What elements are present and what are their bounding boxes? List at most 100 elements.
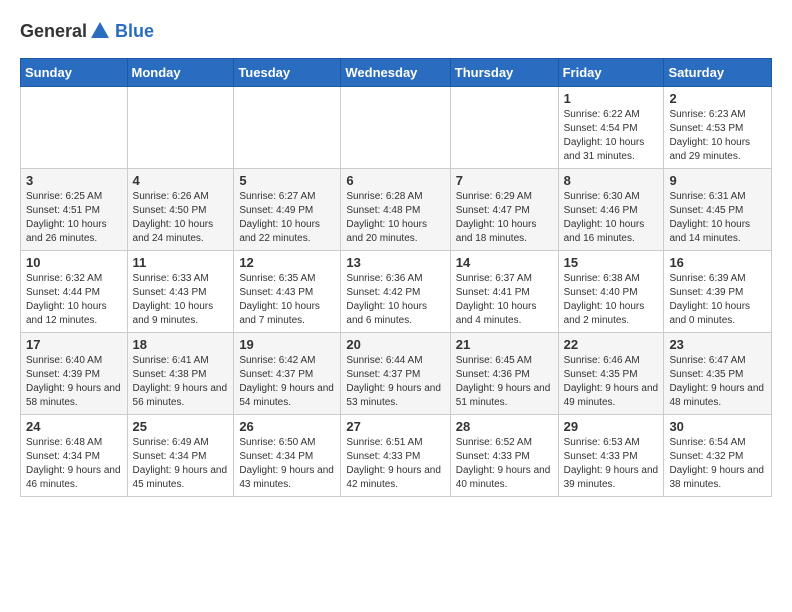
day-info: Sunrise: 6:52 AM Sunset: 4:33 PM Dayligh…: [456, 436, 553, 492]
calendar-cell: [341, 87, 450, 169]
day-number: 15: [564, 255, 659, 270]
calendar-cell: 10 Sunrise: 6:32 AM Sunset: 4:44 PM Dayli…: [21, 251, 128, 333]
day-number: 10: [26, 255, 122, 270]
calendar-cell: 8 Sunrise: 6:30 AM Sunset: 4:46 PM Daylig…: [558, 169, 664, 251]
day-info: Sunrise: 6:42 AM Sunset: 4:37 PM Dayligh…: [239, 354, 335, 410]
day-info: Sunrise: 6:40 AM Sunset: 4:39 PM Dayligh…: [26, 354, 122, 410]
calendar-cell: 16 Sunrise: 6:39 AM Sunset: 4:39 PM Dayli…: [664, 251, 772, 333]
day-info: Sunrise: 6:45 AM Sunset: 4:36 PM Dayligh…: [456, 354, 553, 410]
calendar-table: SundayMondayTuesdayWednesdayThursdayFrid…: [20, 58, 772, 497]
day-number: 1: [564, 91, 659, 106]
calendar-cell: 7Sunrise: 6:29 AM Sunset: 4:47 PM Daylig…: [450, 169, 558, 251]
logo-general-text: General: [20, 21, 87, 42]
calendar-cell: 5 Sunrise: 6:27 AM Sunset: 4:49 PM Daylig…: [234, 169, 341, 251]
calendar-week-row: 17Sunrise: 6:40 AM Sunset: 4:39 PM Dayli…: [21, 333, 772, 415]
day-number: 5: [239, 173, 335, 188]
day-info: Sunrise: 6:38 AM Sunset: 4:40 PM Dayligh…: [564, 272, 659, 328]
calendar-cell: [234, 87, 341, 169]
day-info: Sunrise: 6:35 AM Sunset: 4:43 PM Dayligh…: [239, 272, 335, 328]
day-info: Sunrise: 6:48 AM Sunset: 4:34 PM Dayligh…: [26, 436, 122, 492]
day-info: Sunrise: 6:41 AM Sunset: 4:38 PM Dayligh…: [133, 354, 229, 410]
day-info: Sunrise: 6:30 AM Sunset: 4:46 PM Dayligh…: [564, 190, 659, 246]
calendar-week-row: 1 Sunrise: 6:22 AM Sunset: 4:54 PM Daylig…: [21, 87, 772, 169]
day-number: 4: [133, 173, 229, 188]
calendar-cell: 3 Sunrise: 6:25 AM Sunset: 4:51 PM Daylig…: [21, 169, 128, 251]
calendar-header-saturday: Saturday: [664, 59, 772, 87]
calendar-cell: 17Sunrise: 6:40 AM Sunset: 4:39 PM Dayli…: [21, 333, 128, 415]
calendar-header-friday: Friday: [558, 59, 664, 87]
day-number: 20: [346, 337, 444, 352]
day-info: Sunrise: 6:51 AM Sunset: 4:33 PM Dayligh…: [346, 436, 444, 492]
calendar-header-row: SundayMondayTuesdayWednesdayThursdayFrid…: [21, 59, 772, 87]
calendar-cell: 18 Sunrise: 6:41 AM Sunset: 4:38 PM Dayli…: [127, 333, 234, 415]
calendar-cell: 28 Sunrise: 6:52 AM Sunset: 4:33 PM Dayli…: [450, 415, 558, 497]
calendar-cell: 20Sunrise: 6:44 AM Sunset: 4:37 PM Dayli…: [341, 333, 450, 415]
day-number: 19: [239, 337, 335, 352]
day-info: Sunrise: 6:27 AM Sunset: 4:49 PM Dayligh…: [239, 190, 335, 246]
day-number: 16: [669, 255, 766, 270]
day-number: 27: [346, 419, 444, 434]
day-info: Sunrise: 6:33 AM Sunset: 4:43 PM Dayligh…: [133, 272, 229, 328]
logo-blue-text: Blue: [115, 21, 154, 41]
day-number: 2: [669, 91, 766, 106]
day-info: Sunrise: 6:36 AM Sunset: 4:42 PM Dayligh…: [346, 272, 444, 328]
day-number: 18: [133, 337, 229, 352]
page-header: General Blue: [20, 20, 772, 42]
calendar-cell: [21, 87, 128, 169]
day-info: Sunrise: 6:25 AM Sunset: 4:51 PM Dayligh…: [26, 190, 122, 246]
day-info: Sunrise: 6:49 AM Sunset: 4:34 PM Dayligh…: [133, 436, 229, 492]
day-info: Sunrise: 6:31 AM Sunset: 4:45 PM Dayligh…: [669, 190, 766, 246]
day-info: Sunrise: 6:26 AM Sunset: 4:50 PM Dayligh…: [133, 190, 229, 246]
day-number: 23: [669, 337, 766, 352]
calendar-cell: 30 Sunrise: 6:54 AM Sunset: 4:32 PM Dayli…: [664, 415, 772, 497]
day-info: Sunrise: 6:50 AM Sunset: 4:34 PM Dayligh…: [239, 436, 335, 492]
day-number: 8: [564, 173, 659, 188]
calendar-cell: 14 Sunrise: 6:37 AM Sunset: 4:41 PM Dayli…: [450, 251, 558, 333]
calendar-cell: 23 Sunrise: 6:47 AM Sunset: 4:35 PM Dayli…: [664, 333, 772, 415]
calendar-cell: [127, 87, 234, 169]
day-info: Sunrise: 6:39 AM Sunset: 4:39 PM Dayligh…: [669, 272, 766, 328]
day-info: Sunrise: 6:47 AM Sunset: 4:35 PM Dayligh…: [669, 354, 766, 410]
calendar-week-row: 24Sunrise: 6:48 AM Sunset: 4:34 PM Dayli…: [21, 415, 772, 497]
calendar-cell: 21 Sunrise: 6:45 AM Sunset: 4:36 PM Dayli…: [450, 333, 558, 415]
day-info: Sunrise: 6:37 AM Sunset: 4:41 PM Dayligh…: [456, 272, 553, 328]
calendar-cell: 6 Sunrise: 6:28 AM Sunset: 4:48 PM Daylig…: [341, 169, 450, 251]
calendar-header-sunday: Sunday: [21, 59, 128, 87]
calendar-cell: 27 Sunrise: 6:51 AM Sunset: 4:33 PM Dayli…: [341, 415, 450, 497]
calendar-cell: 2 Sunrise: 6:23 AM Sunset: 4:53 PM Daylig…: [664, 87, 772, 169]
day-info: Sunrise: 6:46 AM Sunset: 4:35 PM Dayligh…: [564, 354, 659, 410]
day-number: 14: [456, 255, 553, 270]
day-number: 6: [346, 173, 444, 188]
calendar-week-row: 3 Sunrise: 6:25 AM Sunset: 4:51 PM Daylig…: [21, 169, 772, 251]
day-number: 21: [456, 337, 553, 352]
day-info: Sunrise: 6:22 AM Sunset: 4:54 PM Dayligh…: [564, 108, 659, 164]
calendar-cell: 22 Sunrise: 6:46 AM Sunset: 4:35 PM Dayli…: [558, 333, 664, 415]
day-number: 22: [564, 337, 659, 352]
calendar-cell: 13 Sunrise: 6:36 AM Sunset: 4:42 PM Dayli…: [341, 251, 450, 333]
day-number: 28: [456, 419, 553, 434]
day-info: Sunrise: 6:28 AM Sunset: 4:48 PM Dayligh…: [346, 190, 444, 246]
calendar-header-wednesday: Wednesday: [341, 59, 450, 87]
calendar-cell: 15 Sunrise: 6:38 AM Sunset: 4:40 PM Dayli…: [558, 251, 664, 333]
calendar-cell: 26Sunrise: 6:50 AM Sunset: 4:34 PM Dayli…: [234, 415, 341, 497]
day-number: 9: [669, 173, 766, 188]
day-number: 3: [26, 173, 122, 188]
calendar-header-monday: Monday: [127, 59, 234, 87]
logo: General Blue: [20, 20, 154, 42]
day-info: Sunrise: 6:54 AM Sunset: 4:32 PM Dayligh…: [669, 436, 766, 492]
calendar-cell: 19 Sunrise: 6:42 AM Sunset: 4:37 PM Dayli…: [234, 333, 341, 415]
day-number: 29: [564, 419, 659, 434]
day-info: Sunrise: 6:23 AM Sunset: 4:53 PM Dayligh…: [669, 108, 766, 164]
calendar-cell: 12 Sunrise: 6:35 AM Sunset: 4:43 PM Dayli…: [234, 251, 341, 333]
calendar-header-tuesday: Tuesday: [234, 59, 341, 87]
day-number: 12: [239, 255, 335, 270]
calendar-cell: 11Sunrise: 6:33 AM Sunset: 4:43 PM Dayli…: [127, 251, 234, 333]
calendar-cell: 24Sunrise: 6:48 AM Sunset: 4:34 PM Dayli…: [21, 415, 128, 497]
day-info: Sunrise: 6:53 AM Sunset: 4:33 PM Dayligh…: [564, 436, 659, 492]
day-number: 13: [346, 255, 444, 270]
day-info: Sunrise: 6:32 AM Sunset: 4:44 PM Dayligh…: [26, 272, 122, 328]
logo-icon: [89, 20, 111, 42]
calendar-cell: 25Sunrise: 6:49 AM Sunset: 4:34 PM Dayli…: [127, 415, 234, 497]
calendar-cell: 1 Sunrise: 6:22 AM Sunset: 4:54 PM Daylig…: [558, 87, 664, 169]
day-number: 30: [669, 419, 766, 434]
